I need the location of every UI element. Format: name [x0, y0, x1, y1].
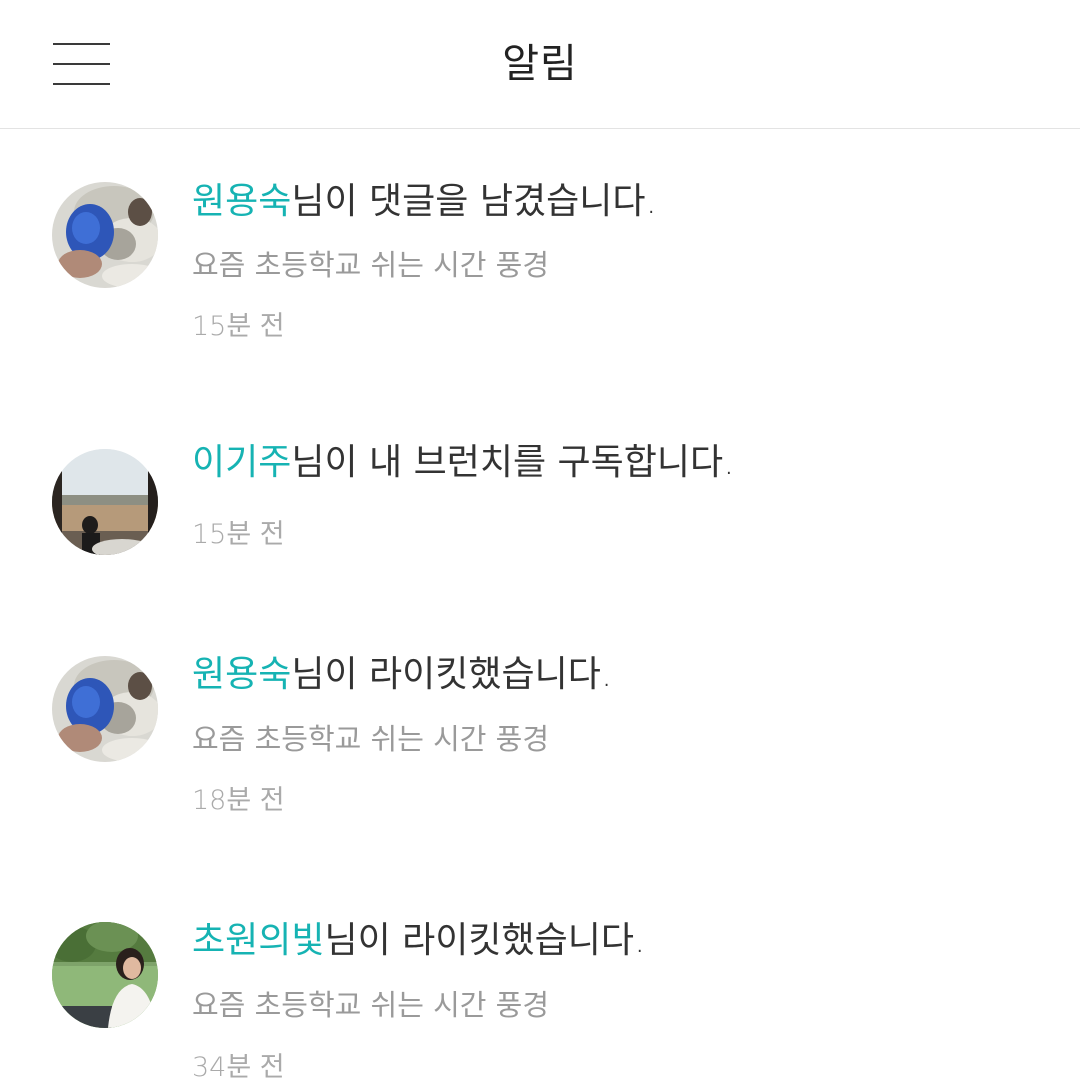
notification-message: 님이 댓글을 남겼습니다. [291, 181, 657, 222]
page-title: 알림 [502, 41, 578, 87]
article-title-link[interactable]: 요즘 초등학교 쉬는 시간 풍경 [192, 719, 549, 759]
notification-time: 15분 전 [192, 519, 285, 550]
avatar-baby-image [52, 656, 158, 762]
avatar-portrait-image [52, 922, 158, 1028]
notification-text: 초원의빛님이 라이킷했습니다. [192, 918, 645, 964]
notification-time: 15분 전 [192, 311, 285, 342]
notification-text: 원용숙님이 라이킷했습니다. [192, 652, 612, 698]
avatar[interactable] [52, 182, 158, 288]
article-title-link[interactable]: 요즘 초등학교 쉬는 시간 풍경 [192, 985, 549, 1025]
avatar-baby-image [52, 182, 158, 288]
notification-item[interactable]: 원용숙님이 댓글을 남겼습니다. 요즘 초등학교 쉬는 시간 풍경 15분 전 [0, 130, 1080, 390]
user-name-link[interactable]: 원용숙 [192, 654, 291, 695]
notification-item[interactable]: 원용숙님이 라이킷했습니다. 요즘 초등학교 쉬는 시간 풍경 18분 전 [0, 605, 1080, 855]
notification-time: 34분 전 [192, 1052, 285, 1080]
notification-time: 18분 전 [192, 785, 285, 816]
notification-message: 님이 내 브런치를 구독합니다. [291, 442, 735, 483]
notification-item[interactable]: 초원의빛님이 라이킷했습니다. 요즘 초등학교 쉬는 시간 풍경 34분 전 [0, 870, 1080, 1080]
user-name-link[interactable]: 원용숙 [192, 181, 291, 222]
avatar-landscape-image [52, 449, 158, 555]
avatar[interactable] [52, 449, 158, 555]
notification-list: 원용숙님이 댓글을 남겼습니다. 요즘 초등학교 쉬는 시간 풍경 15분 전 … [0, 130, 1080, 1080]
article-title-link[interactable]: 요즘 초등학교 쉬는 시간 풍경 [192, 245, 549, 285]
notification-message: 님이 라이킷했습니다. [291, 654, 613, 695]
notification-item[interactable]: 이기주님이 내 브런치를 구독합니다. 15분 전 [0, 395, 1080, 595]
notification-text: 원용숙님이 댓글을 남겼습니다. [192, 179, 657, 225]
user-name-link[interactable]: 이기주 [192, 442, 291, 483]
notification-text: 이기주님이 내 브런치를 구독합니다. [192, 440, 735, 486]
avatar[interactable] [52, 656, 158, 762]
avatar[interactable] [52, 922, 158, 1028]
notification-message: 님이 라이킷했습니다. [324, 920, 646, 961]
app-header: 알림 [0, 0, 1080, 129]
user-name-link[interactable]: 초원의빛 [192, 920, 324, 961]
